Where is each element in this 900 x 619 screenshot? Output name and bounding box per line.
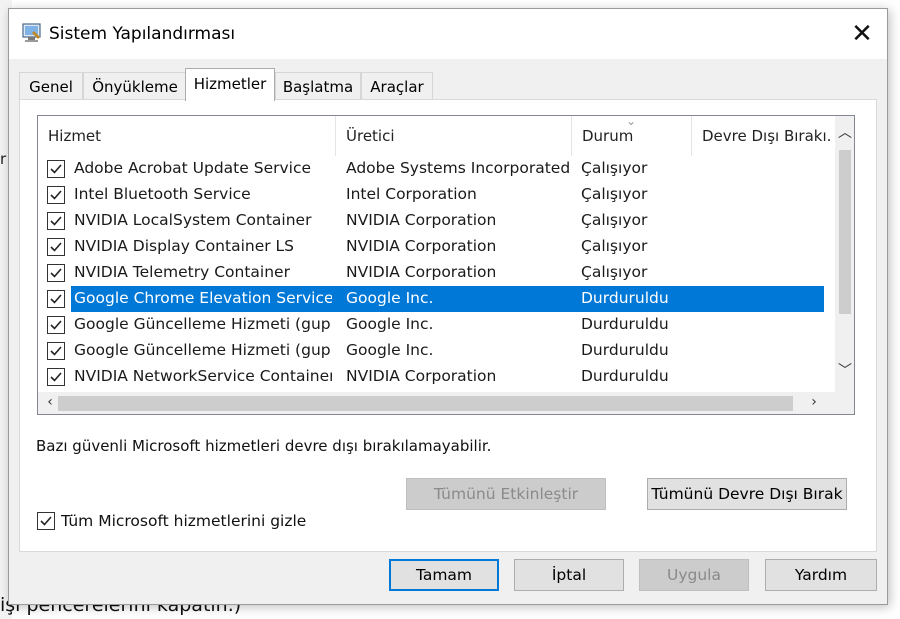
service-vendor: NVIDIA Corporation [346, 367, 497, 385]
window-title: Sistem Yapılandırması [49, 24, 236, 44]
service-checkbox[interactable] [47, 290, 65, 308]
service-name: NVIDIA Display Container LS [74, 237, 295, 255]
service-name: NVIDIA NetworkService Container [74, 367, 332, 385]
service-name: NVIDIA Telemetry Container [74, 263, 290, 281]
service-name: Google Güncelleme Hizmeti (gup... [74, 315, 332, 333]
help-button[interactable]: Yardım [765, 559, 877, 591]
scroll-down-icon[interactable]: ﹀ [835, 360, 854, 380]
service-checkbox[interactable] [47, 368, 65, 386]
service-status: Çalışıyor [581, 237, 648, 255]
scroll-left-icon[interactable]: ‹ [40, 394, 60, 414]
tab-baslatma[interactable]: Başlatma [275, 72, 361, 100]
hide-microsoft-services-checkbox[interactable] [37, 512, 55, 530]
service-checkbox[interactable] [47, 238, 65, 256]
service-status: Çalışıyor [581, 185, 648, 203]
service-vendor: NVIDIA Corporation [346, 263, 497, 281]
table-row-partial[interactable]: NVIDIA NetworkService Container NVIDIA C… [38, 364, 835, 390]
service-vendor: Intel Corporation [346, 185, 477, 203]
service-name: NVIDIA LocalSystem Container [74, 211, 312, 229]
service-checkbox[interactable] [47, 212, 65, 230]
table-row[interactable]: NVIDIA Telemetry Container NVIDIA Corpor… [38, 260, 835, 286]
security-note: Bazı güvenli Microsoft hizmetleri devre … [36, 437, 492, 455]
table-row[interactable]: Google Güncelleme Hizmeti (gup... Google… [38, 312, 835, 338]
disable-all-button[interactable]: Tümünü Devre Dışı Bırak [647, 478, 847, 510]
system-configuration-dialog: Sistem Yapılandırması ✕ Genel Önyükleme … [8, 8, 888, 605]
table-row[interactable]: Adobe Acrobat Update Service Adobe Syste… [38, 156, 835, 182]
service-status: Çalışıyor [581, 159, 648, 177]
service-vendor: NVIDIA Corporation [346, 237, 497, 255]
service-vendor: Google Inc. [346, 341, 434, 359]
table-row[interactable]: Google Güncelleme Hizmeti (gup... Google… [38, 338, 835, 364]
service-checkbox[interactable] [47, 264, 65, 282]
service-name: Adobe Acrobat Update Service [74, 159, 312, 177]
tab-hizmetler[interactable]: Hizmetler [185, 68, 275, 101]
scroll-up-icon[interactable]: ︿ [835, 122, 854, 142]
vertical-scrollbar[interactable]: ︿ ﹀ [835, 116, 854, 392]
service-vendor: Adobe Systems Incorporated [346, 159, 570, 177]
apply-button[interactable]: Uygula [639, 559, 749, 591]
ok-button[interactable]: Tamam [389, 559, 499, 591]
services-list[interactable]: Hizmet Üretici ⌄ Durum Devre Dışı Bırakı… [37, 115, 855, 415]
service-name: Google Chrome Elevation Service [74, 289, 332, 307]
enable-all-button[interactable]: Tümünü Etkinleştir [406, 478, 606, 510]
cancel-button[interactable]: İptal [514, 559, 624, 591]
table-row[interactable]: NVIDIA Display Container LS NVIDIA Corpo… [38, 234, 835, 260]
service-vendor: Google Inc. [346, 289, 434, 307]
service-checkbox[interactable] [47, 342, 65, 360]
tab-onyukleme[interactable]: Önyükleme [83, 72, 187, 100]
column-header-disabled-date[interactable]: Devre Dışı Bırakı. [692, 116, 835, 156]
service-status: Durduruldu [581, 289, 669, 307]
scroll-right-icon[interactable]: › [804, 394, 824, 414]
table-row-selected[interactable]: Google Chrome Elevation Service Google I… [38, 286, 835, 312]
list-header: Hizmet Üretici ⌄ Durum Devre Dışı Bırakı… [38, 116, 835, 156]
service-checkbox[interactable] [47, 160, 65, 178]
table-row[interactable]: NVIDIA LocalSystem Container NVIDIA Corp… [38, 208, 835, 234]
tab-genel[interactable]: Genel [19, 72, 83, 100]
close-button[interactable]: ✕ [837, 9, 887, 59]
service-vendor: Google Inc. [346, 315, 434, 333]
column-header-vendor[interactable]: Üretici [336, 116, 572, 156]
column-header-service[interactable]: Hizmet [38, 116, 336, 156]
background-fragment: r [0, 150, 7, 168]
service-status: Durduruldu [581, 341, 669, 359]
service-vendor: NVIDIA Corporation [346, 211, 497, 229]
hide-microsoft-services-label: Tüm Microsoft hizmetlerini gizle [61, 512, 307, 530]
table-row[interactable]: Intel Bluetooth Service Intel Corporatio… [38, 182, 835, 208]
tab-araclar[interactable]: Araçlar [361, 72, 433, 100]
service-checkbox[interactable] [47, 316, 65, 334]
service-status: Çalışıyor [581, 263, 648, 281]
service-checkbox[interactable] [47, 186, 65, 204]
service-status: Durduruldu [581, 315, 669, 333]
service-name: Google Güncelleme Hizmeti (gup... [74, 341, 332, 359]
vertical-scroll-thumb[interactable] [839, 150, 851, 314]
scrollbar-corner [835, 392, 854, 414]
column-header-status-label: Durum [582, 127, 634, 145]
title-bar[interactable]: Sistem Yapılandırması ✕ [9, 9, 887, 59]
sort-chevron-icon: ⌄ [626, 115, 637, 128]
column-header-status[interactable]: ⌄ Durum [572, 116, 692, 156]
service-status: Çalışıyor [581, 211, 648, 229]
msconfig-app-icon [21, 22, 43, 44]
service-name: Intel Bluetooth Service [74, 185, 251, 203]
service-status: Durduruldu [581, 367, 669, 385]
horizontal-scroll-thumb[interactable] [58, 396, 793, 411]
close-icon: ✕ [851, 19, 873, 49]
horizontal-scrollbar[interactable]: ‹ › [38, 392, 835, 414]
